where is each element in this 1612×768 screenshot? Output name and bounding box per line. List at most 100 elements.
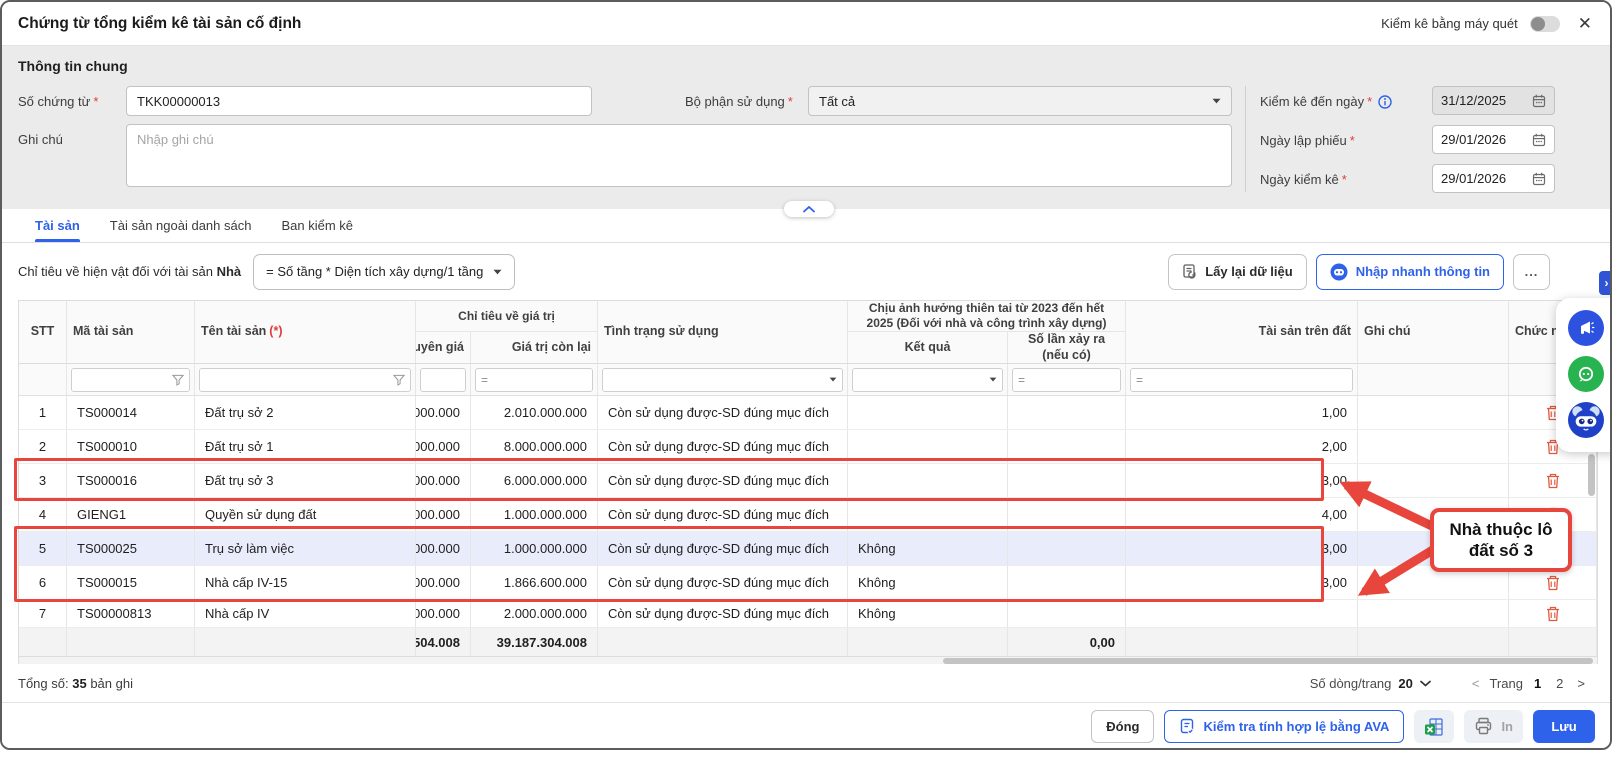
table-row-selected[interactable]: 5 TS000025 Trụ sở làm việc 0.000.000 1.0… [19, 532, 1597, 566]
col-nguyen-gia: Nguyên giá [416, 332, 471, 363]
cell-so-lan [1008, 532, 1126, 565]
page-1-button[interactable]: 1 [1530, 676, 1545, 691]
export-excel-button[interactable] [1414, 710, 1454, 743]
ngay-lap-phieu-input[interactable]: 29/01/2026 [1432, 125, 1555, 154]
filter-ket-qua [848, 364, 1008, 395]
table-row[interactable]: 3 TS000016 Đất trụ sở 3 0.000.000 6.000.… [19, 464, 1597, 498]
cell-stt: 5 [19, 532, 67, 565]
so-chung-tu-input[interactable] [126, 86, 592, 116]
rows-per-page-value[interactable]: 20 [1398, 676, 1412, 691]
ghi-chu-textarea[interactable] [126, 124, 1232, 187]
cell-con-lai: 6.000.000.000 [471, 464, 598, 497]
filter-tren-dat-input[interactable]: = [1130, 368, 1353, 392]
cell-nguyen-gia: 0.000.000 [416, 464, 471, 497]
title-bar: Chứng từ tổng kiểm kê tài sản cố định Ki… [2, 2, 1610, 46]
filter-stt [19, 364, 67, 395]
prev-page-button[interactable]: < [1469, 676, 1483, 691]
delete-row-icon[interactable] [1546, 473, 1560, 489]
filter-tren-dat: = [1126, 364, 1358, 395]
criteria-dropdown[interactable]: = Số tầng * Diện tích xây dựng/1 tầng [253, 254, 515, 290]
chevron-down-icon[interactable] [1420, 680, 1431, 687]
calendar-icon [1532, 172, 1546, 186]
filter-tinh-trang-select[interactable] [602, 368, 843, 392]
total-records: Tổng số: 35 bản ghi [18, 676, 133, 691]
save-button[interactable]: Lưu [1533, 710, 1595, 743]
filter-ten-input[interactable] [199, 368, 411, 392]
vertical-scrollbar[interactable] [1588, 454, 1595, 496]
cell-tren-dat: 3,00 [1126, 566, 1358, 599]
filter-con-lai-input[interactable]: = [475, 368, 593, 392]
document-check-icon [1179, 718, 1195, 735]
filter-ma-input[interactable] [71, 368, 190, 392]
funnel-icon[interactable] [393, 374, 405, 386]
cell-ket-qua [848, 464, 1008, 497]
col-ket-qua: Kết quả [848, 332, 1008, 363]
print-button[interactable]: In [1464, 710, 1523, 743]
table-row[interactable]: 1 TS000014 Đất trụ sở 2 0.000.000 2.010.… [19, 396, 1597, 430]
cell-stt: 6 [19, 566, 67, 599]
cell-ma: GIENG1 [67, 498, 195, 531]
ava-assistant-button[interactable] [1568, 402, 1604, 438]
table-row[interactable]: 4 GIENG1 Quyền sử dụng đất 0.000.000 1.0… [19, 498, 1597, 532]
filter-ket-qua-select[interactable] [852, 368, 1003, 392]
cell-tinh-trang: Còn sử dụng được-SD đúng mục đích [598, 464, 848, 497]
col-so-lan-xay-ra: Số lần xảy ra (nếu có) [1008, 332, 1126, 363]
scan-toggle[interactable] [1530, 16, 1560, 32]
close-button[interactable]: Đóng [1091, 710, 1154, 743]
funnel-icon[interactable] [172, 374, 184, 386]
filter-so-lan-input[interactable]: = [1012, 368, 1121, 392]
cell-ten: Nhà cấp IV [195, 600, 416, 627]
ngay-lap-phieu-label: Ngày lập phiếu* [1260, 133, 1355, 148]
delete-row-icon[interactable] [1546, 575, 1560, 591]
page-2-button[interactable]: 2 [1552, 676, 1567, 691]
info-icon[interactable] [1378, 95, 1392, 109]
filter-nguyen-gia-input[interactable] [420, 368, 466, 392]
chat-bot-icon [1576, 364, 1596, 384]
cell-so-lan [1008, 396, 1126, 429]
criteria-label: Chỉ tiêu về hiện vật đối với tài sản Nhà [18, 264, 241, 279]
cell-tinh-trang: Còn sử dụng được-SD đúng mục đích [598, 396, 848, 429]
cell-so-lan [1008, 430, 1126, 463]
cell-ket-qua: Không [848, 566, 1008, 599]
more-actions-button[interactable]: ... [1513, 254, 1550, 290]
cell-stt: 3 [19, 464, 67, 497]
side-panel-toggle[interactable]: › [1599, 271, 1612, 295]
table-row[interactable]: 2 TS000010 Đất trụ sở 1 0.000.000 8.000.… [19, 430, 1597, 464]
quick-input-button[interactable]: Nhập nhanh thông tin [1316, 254, 1504, 290]
cell-ten: Quyền sử dụng đất [195, 498, 416, 531]
filter-nguyen-gia [416, 364, 471, 395]
bo-phan-select[interactable]: Tất cả [808, 86, 1232, 116]
inventory-dialog: Chứng từ tổng kiểm kê tài sản cố định Ki… [0, 0, 1612, 750]
excel-icon [1424, 717, 1444, 737]
kiem-ke-den-ngay-input[interactable]: 31/12/2025 [1432, 86, 1555, 115]
chevron-down-icon [1212, 98, 1221, 104]
cell-chuc-nang [1509, 600, 1597, 627]
toggle-knob [1531, 17, 1545, 31]
ngay-kiem-ke-input[interactable]: 29/01/2026 [1432, 164, 1555, 193]
cell-tinh-trang: Còn sử dụng được-SD đúng mục đích [598, 566, 848, 599]
announcement-button[interactable] [1568, 310, 1604, 346]
table-row[interactable]: 6 TS000015 Nhà cấp IV-15 0.000.000 1.866… [19, 566, 1597, 600]
close-icon[interactable]: ✕ [1578, 15, 1592, 32]
collapse-button[interactable] [784, 201, 834, 217]
tab-tai-san-ngoai-danh-sach[interactable]: Tài sản ngoài danh sách [110, 209, 252, 242]
table-row[interactable]: 7 TS00000813 Nhà cấp IV 0.000.000 2.000.… [19, 600, 1597, 628]
next-page-button[interactable]: > [1574, 676, 1588, 691]
chevron-down-icon [989, 377, 997, 382]
validate-ava-button[interactable]: Kiểm tra tính hợp lệ bằng AVA [1164, 710, 1404, 743]
ava-bot-icon [1330, 263, 1348, 281]
chat-support-button[interactable] [1568, 356, 1604, 392]
scan-toggle-label: Kiểm kê bằng máy quét [1381, 16, 1518, 31]
col-ten-tai-san: Tên tài sản(*) [195, 301, 416, 363]
cell-so-lan [1008, 600, 1126, 627]
cell-tinh-trang: Còn sử dụng được-SD đúng mục đích [598, 600, 848, 627]
printer-icon [1474, 717, 1493, 736]
tab-ban-kiem-ke[interactable]: Ban kiểm kê [281, 209, 353, 242]
col-group-gia-tri: Chỉ tiêu về giá trị [416, 301, 598, 332]
tab-tai-san[interactable]: Tài sản [35, 209, 80, 242]
filter-row: = = = [19, 364, 1597, 396]
so-chung-tu-label: Số chứng từ* [18, 94, 98, 109]
cell-tren-dat: 3,00 [1126, 464, 1358, 497]
delete-row-icon[interactable] [1546, 606, 1560, 622]
reload-data-button[interactable]: Lấy lại dữ liệu [1168, 254, 1306, 290]
